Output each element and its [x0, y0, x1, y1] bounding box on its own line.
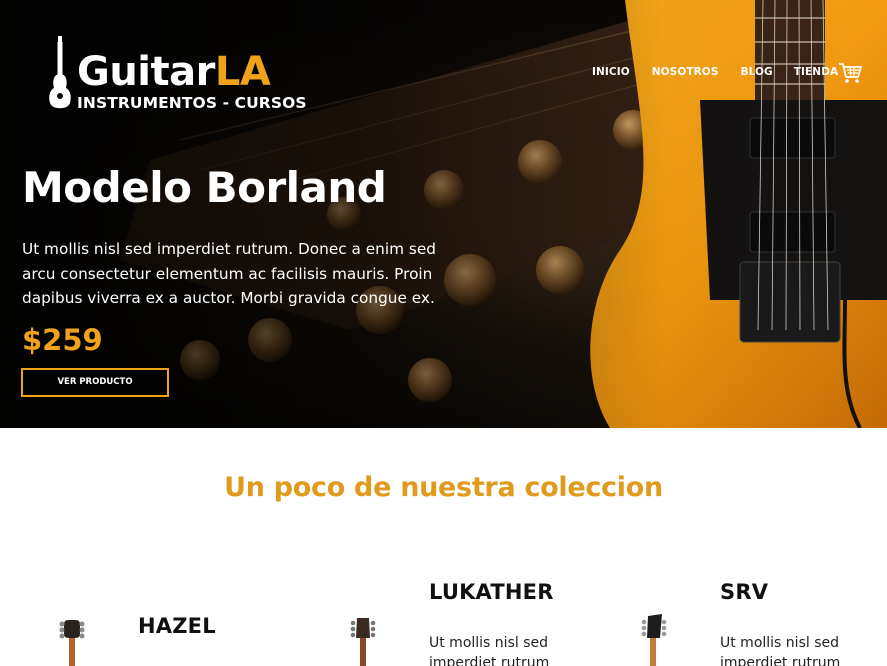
product-name[interactable]: LUKATHER [429, 580, 554, 604]
view-product-button[interactable]: VER PRODUCTO [21, 368, 169, 397]
nav-link-tienda[interactable]: TIENDA [794, 66, 838, 78]
nav-link-nosotros[interactable]: NOSOTROS [652, 66, 719, 78]
hero-price: $259 [22, 323, 103, 357]
guitar-product-image[interactable] [56, 616, 88, 666]
nav-link-inicio[interactable]: INICIO [592, 66, 630, 78]
product-name[interactable]: HAZEL [138, 614, 216, 638]
product-card[interactable]: SRV Ut mollis nisl sed imperdiet rutrum [580, 560, 887, 666]
collection-title: Un poco de nuestra coleccion [224, 472, 663, 503]
hero-description: Ut mollis nisl sed imperdiet rutrum. Don… [22, 240, 436, 307]
product-description: Ut mollis nisl sed imperdiet rutrum [720, 635, 841, 666]
hero-title: Modelo Borland [22, 163, 387, 212]
main-nav: INICIO NOSOTROS BLOG TIENDA [592, 66, 860, 78]
brand-tagline: INSTRUMENTOS - CURSOS [77, 94, 307, 112]
brand-name: GuitarLA [77, 49, 271, 95]
brand-name-part2: LA [214, 49, 271, 95]
product-card[interactable]: LUKATHER Ut mollis nisl sed imperdiet ru… [290, 560, 580, 666]
nav-link-blog[interactable]: BLOG [741, 66, 773, 78]
shopping-cart-icon[interactable] [838, 62, 862, 84]
guitar-product-image[interactable] [638, 614, 668, 666]
hero-header: GuitarLA INSTRUMENTOS - CURSOS INICIO NO… [0, 0, 887, 428]
product-name[interactable]: SRV [720, 580, 768, 604]
product-description: Ut mollis nisl sed imperdiet rutrum [429, 635, 550, 666]
guitar-product-image[interactable] [348, 616, 378, 666]
logo[interactable]: GuitarLA INSTRUMENTOS - CURSOS [46, 36, 307, 116]
guitar-logo-icon [49, 36, 71, 109]
product-card[interactable]: HAZEL [0, 560, 290, 666]
brand-name-part1: Guitar [77, 49, 215, 95]
